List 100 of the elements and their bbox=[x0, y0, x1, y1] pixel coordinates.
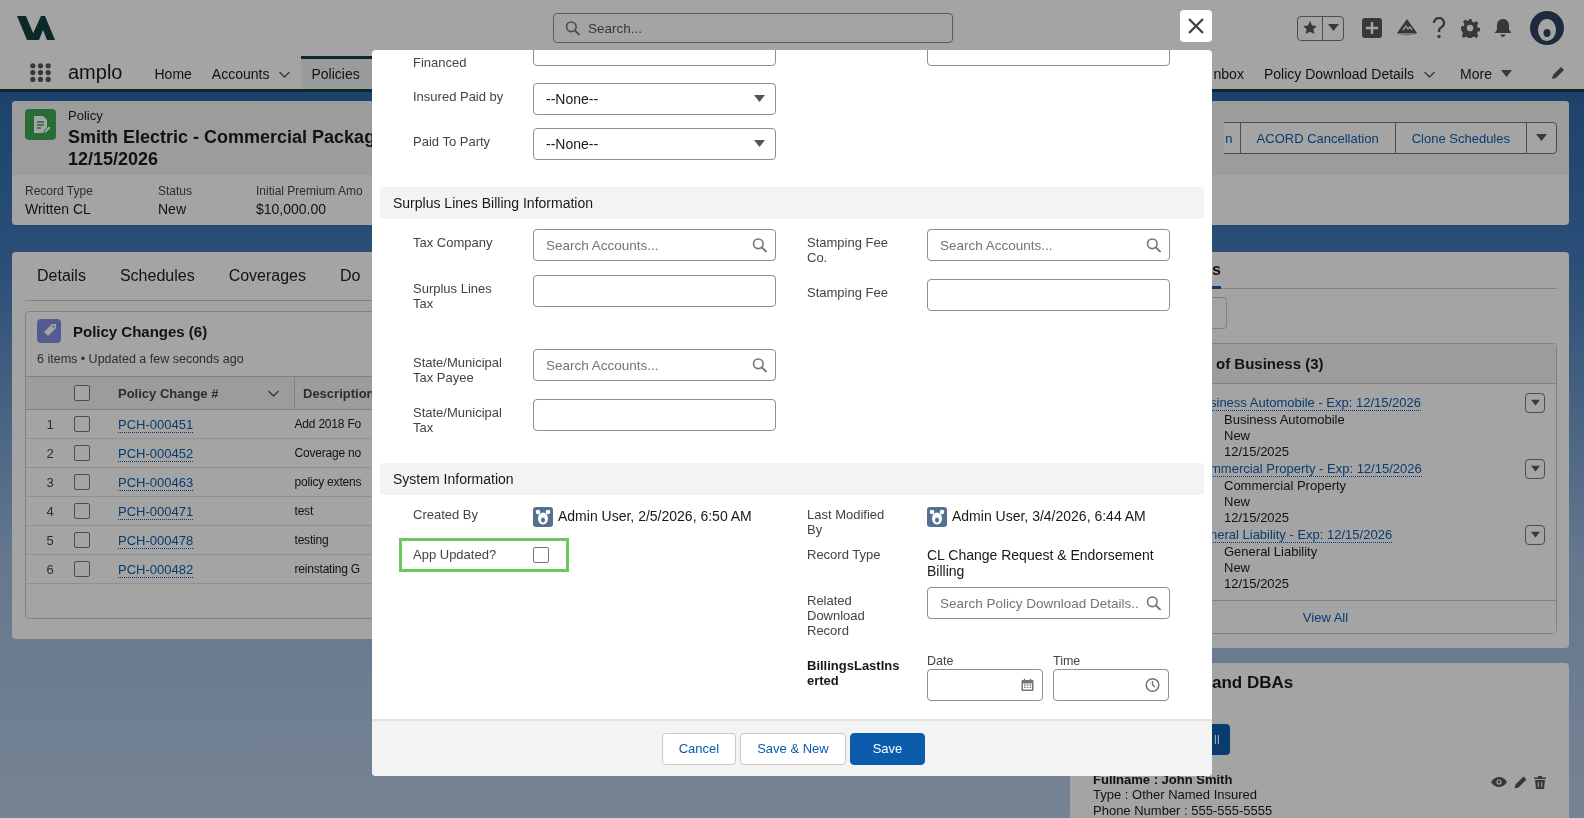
action-button[interactable]: ACORD Cancellation bbox=[1239, 122, 1396, 154]
help-icon[interactable] bbox=[1432, 17, 1446, 39]
object-label: Policy bbox=[68, 109, 104, 122]
date-field[interactable] bbox=[927, 669, 1043, 701]
search-icon bbox=[1146, 237, 1161, 253]
app-launcher-icon[interactable] bbox=[30, 63, 51, 82]
nav-tab[interactable]: Accounts bbox=[201, 56, 302, 89]
brand-button[interactable]: ll bbox=[1212, 724, 1230, 755]
footer-button[interactable]: Cancel bbox=[661, 732, 737, 765]
search-field[interactable]: Search... bbox=[553, 13, 953, 43]
row-number: 6 bbox=[46, 561, 54, 577]
field-label: Date bbox=[927, 654, 955, 668]
caret-down-icon bbox=[754, 95, 765, 103]
checkbox[interactable] bbox=[74, 416, 90, 432]
save-button[interactable]: Save bbox=[849, 732, 926, 765]
record-link[interactable]: PCH-000463 bbox=[118, 474, 194, 491]
nav-tab[interactable]: More bbox=[1450, 56, 1522, 89]
field-label: Initial Premium Amo bbox=[256, 184, 363, 198]
pencil-icon[interactable] bbox=[1514, 775, 1527, 789]
checkbox[interactable] bbox=[74, 445, 90, 461]
input-field[interactable] bbox=[927, 279, 1170, 311]
settings-icon[interactable] bbox=[1460, 18, 1480, 38]
add-icon[interactable] bbox=[1362, 18, 1382, 38]
field-label: Paid To Party bbox=[413, 134, 491, 149]
row-menu-button[interactable] bbox=[1525, 459, 1545, 479]
nav-tab[interactable]: nbox bbox=[1213, 56, 1254, 89]
user-avatar-icon bbox=[533, 507, 553, 527]
user-link[interactable]: Admin User, 3/4/2026, 6:44 AM bbox=[952, 507, 1146, 525]
checkbox[interactable] bbox=[74, 561, 90, 577]
contact-detail: Type : Other Named Insured bbox=[1093, 787, 1259, 803]
field-label: Surplus Lines Tax bbox=[413, 281, 492, 311]
time-field[interactable] bbox=[1053, 669, 1169, 701]
search-icon bbox=[752, 357, 767, 373]
action-button[interactable]: n bbox=[1224, 122, 1241, 154]
tab[interactable]: Details bbox=[37, 267, 86, 285]
caret-down-icon bbox=[1536, 134, 1547, 142]
record-detail: New bbox=[1223, 560, 1251, 576]
view-all-link[interactable]: View All bbox=[1302, 609, 1349, 625]
nav-tab[interactable]: Home bbox=[144, 56, 202, 89]
logo-icon[interactable] bbox=[17, 15, 55, 41]
tab[interactable]: Schedules bbox=[119, 267, 195, 285]
field-label: Record Type bbox=[25, 184, 94, 198]
trash-icon[interactable] bbox=[1534, 775, 1546, 789]
tab[interactable]: Coverages bbox=[228, 267, 306, 285]
select-field[interactable]: --None-- bbox=[533, 128, 776, 160]
field-label: Status bbox=[158, 184, 194, 198]
notifications-icon[interactable] bbox=[1494, 18, 1512, 38]
record-detail: Business Automobile bbox=[1223, 412, 1346, 428]
column-header[interactable]: Description bbox=[303, 385, 375, 401]
record-detail: Commercial Property bbox=[1223, 478, 1348, 494]
row-menu-button[interactable] bbox=[1525, 525, 1545, 545]
star-icon bbox=[1302, 20, 1318, 36]
row-menu-button[interactable] bbox=[1525, 393, 1545, 413]
user-link[interactable]: Admin User, 2/5/2026, 6:50 AM bbox=[558, 507, 752, 525]
row-number: 4 bbox=[46, 503, 54, 519]
input-field[interactable] bbox=[533, 399, 776, 431]
table-cell: test bbox=[294, 504, 314, 518]
record-detail: General Liability bbox=[1223, 544, 1319, 560]
checkbox[interactable] bbox=[74, 532, 90, 548]
lookup-field[interactable]: Search Policy Download Details.. bbox=[927, 587, 1170, 619]
field-label: State/Municipal Tax Payee bbox=[413, 355, 502, 385]
policy-icon bbox=[25, 109, 56, 140]
section-header: Surplus Lines Billing Information bbox=[380, 187, 1204, 219]
mountain-icon[interactable] bbox=[1396, 18, 1418, 38]
record-detail: New bbox=[1223, 494, 1251, 510]
field-label: Stamping Fee bbox=[807, 285, 888, 300]
record-link[interactable]: PCH-000471 bbox=[118, 503, 194, 520]
record-detail: 12/15/2025 bbox=[1223, 444, 1291, 460]
record-link[interactable]: PCH-000452 bbox=[118, 445, 194, 462]
caret-down-icon bbox=[754, 140, 765, 148]
nav-tab[interactable]: Policy Download Details bbox=[1253, 56, 1447, 89]
close-button[interactable] bbox=[1180, 10, 1212, 42]
field-label: Last Modified By bbox=[807, 507, 885, 537]
pencil-icon[interactable] bbox=[1551, 65, 1565, 80]
record-link[interactable]: PCH-000451 bbox=[118, 416, 194, 433]
eye-icon[interactable] bbox=[1491, 777, 1507, 787]
table-cell: reinstating G bbox=[294, 562, 360, 576]
table-cell: Add 2018 Fo bbox=[294, 417, 362, 431]
related-list-title: Policy Changes (6) bbox=[73, 322, 208, 340]
checkbox[interactable] bbox=[74, 385, 90, 401]
caret-down-icon bbox=[1501, 70, 1512, 78]
checkbox[interactable] bbox=[533, 547, 549, 563]
checkbox[interactable] bbox=[74, 474, 90, 490]
field-label: State/Municipal Tax bbox=[413, 405, 502, 435]
user-avatar-icon bbox=[927, 507, 947, 527]
lookup-field[interactable]: Search Accounts... bbox=[533, 349, 776, 381]
lookup-field[interactable]: Search Accounts... bbox=[927, 229, 1170, 261]
record-link[interactable]: PCH-000478 bbox=[118, 532, 194, 549]
record-link[interactable]: PCH-000482 bbox=[118, 561, 194, 578]
row-number: 3 bbox=[46, 474, 54, 490]
checkbox[interactable] bbox=[74, 503, 90, 519]
action-button[interactable]: Clone Schedules bbox=[1394, 122, 1527, 154]
tab[interactable]: Do bbox=[340, 267, 361, 285]
select-field[interactable]: --None-- bbox=[533, 83, 776, 115]
input-field[interactable] bbox=[533, 275, 776, 307]
more-actions-button[interactable] bbox=[1526, 122, 1557, 154]
avatar-icon[interactable] bbox=[1530, 11, 1564, 45]
footer-button[interactable]: Save & New bbox=[740, 732, 846, 765]
close-icon bbox=[1187, 17, 1205, 35]
lookup-field[interactable]: Search Accounts... bbox=[533, 229, 776, 261]
